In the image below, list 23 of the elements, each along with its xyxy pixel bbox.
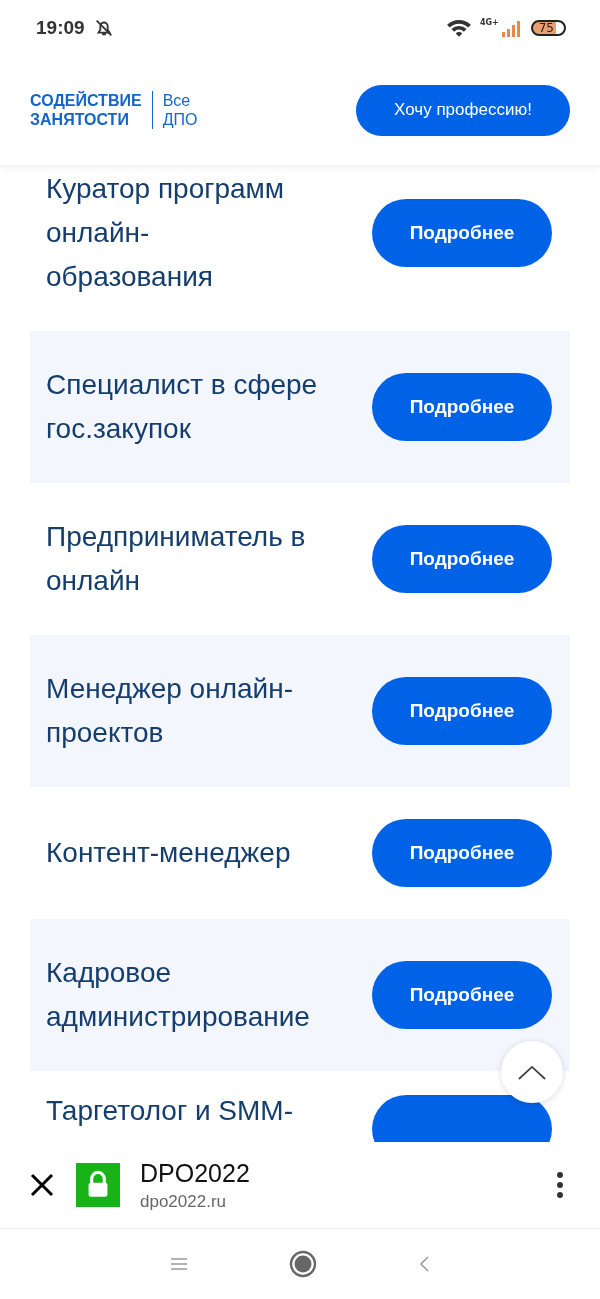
details-button[interactable]: Подробнее (372, 199, 552, 267)
details-button[interactable]: Подробнее (372, 677, 552, 745)
details-button[interactable]: Подробнее (372, 373, 552, 441)
site-url: dpo2022.ru (140, 1191, 228, 1212)
program-title: Кадровое администрирование (46, 956, 311, 1034)
status-time: 19:09 (36, 16, 85, 39)
program-title: Таргетолог и SMM- (46, 1094, 293, 1128)
logo-text: СОДЕЙСТВИЕ (30, 91, 142, 110)
logo-subtext: ДПО (162, 110, 198, 129)
logo-text: ЗАНЯТОСТИ (30, 110, 130, 129)
program-title: Контент-менеджер (46, 836, 291, 870)
program-title: Специалист в сфере гос.закупок (46, 368, 319, 446)
details-button[interactable]: Подробнее (372, 819, 552, 887)
network-label: 4G+ (479, 18, 499, 27)
program-title: Куратор программ онлайн-образования (46, 172, 286, 294)
battery-indicator: 75 (530, 19, 566, 36)
details-button[interactable]: Подробнее (372, 961, 552, 1029)
site-title: DPO2022 (140, 1158, 251, 1188)
program-title: Предприниматель в онлайн (46, 520, 307, 598)
cta-button[interactable]: Хочу профессию! (356, 84, 570, 136)
details-button[interactable]: Подробнее (372, 525, 552, 593)
program-title: Менеджер онлайн-проектов (46, 672, 294, 750)
logo-subtext: Все (162, 91, 192, 110)
